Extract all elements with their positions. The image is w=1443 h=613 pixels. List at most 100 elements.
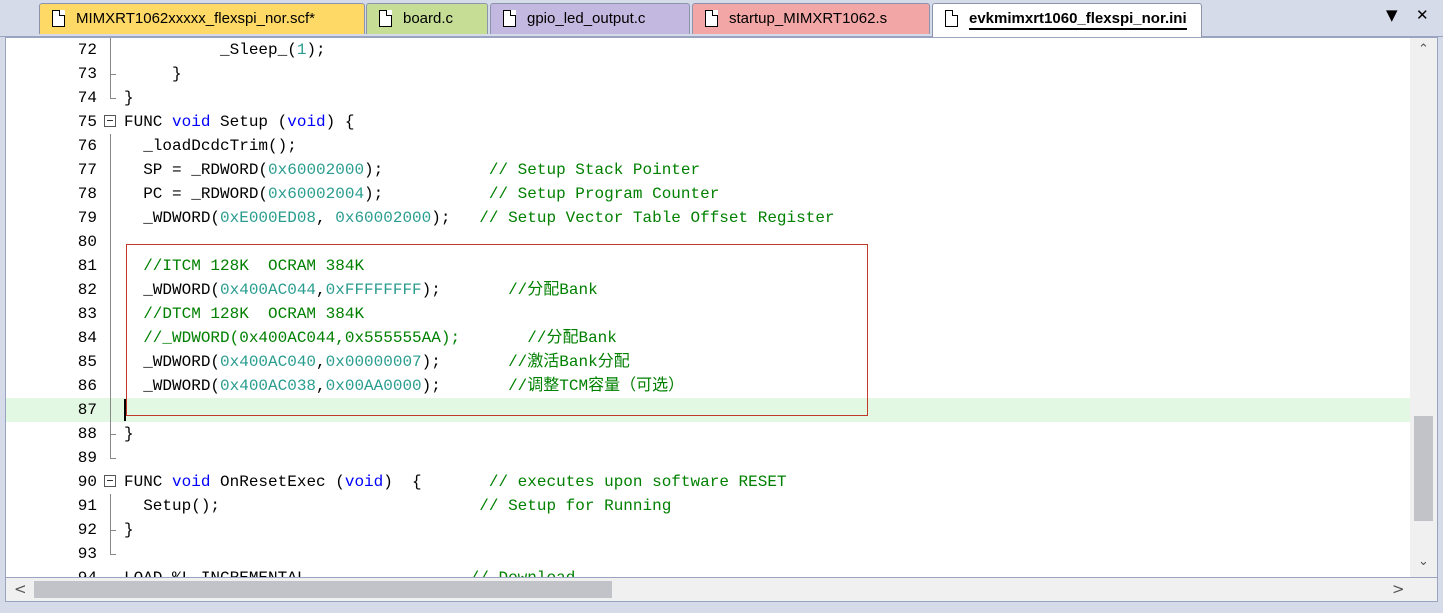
code-token: OnResetExec ( bbox=[210, 473, 345, 491]
line-number: 85 bbox=[77, 353, 97, 371]
code-line[interactable]: 91 Setup(); // Setup for Running bbox=[6, 494, 1410, 518]
code-line[interactable]: 83 //DTCM 128K OCRAM 384K bbox=[6, 302, 1410, 326]
line-number: 82 bbox=[77, 281, 97, 299]
line-number: 89 bbox=[77, 449, 97, 467]
scroll-left-icon[interactable]: < bbox=[14, 580, 27, 598]
code-line[interactable]: 82 _WDWORD(0x400AC044,0xFFFFFFFF); //分配B… bbox=[6, 278, 1410, 302]
scroll-up-icon[interactable]: ⌃ bbox=[1410, 42, 1437, 57]
code-token: _WDWORD( bbox=[124, 209, 221, 227]
code-token: ); bbox=[364, 161, 489, 179]
code-line[interactable]: 75 FUNC void Setup (void) { bbox=[6, 110, 1410, 134]
code-line[interactable]: 88} bbox=[6, 422, 1410, 446]
fold-guide bbox=[103, 398, 119, 422]
line-number: 79 bbox=[77, 209, 97, 227]
tab-list-dropdown-icon[interactable]: ▼ bbox=[1386, 6, 1398, 24]
code-line[interactable]: 85 _WDWORD(0x400AC040,0x00000007); //激活B… bbox=[6, 350, 1410, 374]
line-number: 75 bbox=[77, 113, 97, 131]
code-token: // Setup for Running bbox=[479, 497, 672, 515]
code-token: 0xFFFFFFFF bbox=[325, 281, 422, 299]
vertical-scroll-thumb[interactable] bbox=[1414, 416, 1433, 521]
code-line[interactable]: 86 _WDWORD(0x400AC038,0x00AA0000); //调整T… bbox=[6, 374, 1410, 398]
code-line[interactable]: 72 _Sleep_(1); bbox=[6, 38, 1410, 62]
line-number: 78 bbox=[77, 185, 97, 203]
code-line[interactable]: 76 _loadDcdcTrim(); bbox=[6, 134, 1410, 158]
code-token: _WDWORD( bbox=[124, 353, 221, 371]
code-line[interactable]: 74} bbox=[6, 86, 1410, 110]
code-line[interactable]: 73 } bbox=[6, 62, 1410, 86]
code-line[interactable]: 78 PC = _RDWORD(0x60002004); // Setup Pr… bbox=[6, 182, 1410, 206]
code-line[interactable]: 80 bbox=[6, 230, 1410, 254]
code-token: } bbox=[124, 425, 134, 443]
code-line[interactable]: 93 bbox=[6, 542, 1410, 566]
tab-label: evkmimxrt1060_flexspi_nor.ini bbox=[969, 10, 1187, 30]
code-text: PC = _RDWORD(0x60002004); // Setup Progr… bbox=[124, 182, 719, 206]
fold-guide bbox=[103, 326, 119, 350]
fold-toggle-icon[interactable] bbox=[103, 110, 119, 134]
code-token: SP = _RDWORD( bbox=[124, 161, 269, 179]
code-line[interactable]: 89 bbox=[6, 446, 1410, 470]
fold-toggle-icon[interactable] bbox=[103, 470, 119, 494]
tab-4[interactable]: evkmimxrt1060_flexspi_nor.ini bbox=[932, 3, 1202, 37]
fold-guide bbox=[103, 206, 119, 230]
code-token: //DTCM 128K OCRAM 384K bbox=[143, 305, 365, 323]
code-token: void bbox=[344, 473, 384, 491]
tab-2[interactable]: gpio_led_output.c bbox=[490, 3, 690, 34]
tab-0[interactable]: MIMXRT1062xxxxx_flexspi_nor.scf* bbox=[39, 3, 365, 34]
tab-1[interactable]: board.c bbox=[366, 3, 488, 34]
fold-guide bbox=[103, 422, 119, 446]
tab-label: startup_MIMXRT1062.s bbox=[729, 10, 888, 27]
code-text: _WDWORD(0x400AC044,0xFFFFFFFF); //分配Bank bbox=[124, 278, 598, 302]
code-line[interactable]: 87 bbox=[6, 398, 1410, 422]
fold-guide bbox=[103, 278, 119, 302]
scroll-right-icon[interactable]: > bbox=[1392, 580, 1405, 598]
code-text: } bbox=[124, 518, 134, 542]
code-line[interactable]: 77 SP = _RDWORD(0x60002000); // Setup St… bbox=[6, 158, 1410, 182]
line-number: 76 bbox=[77, 137, 97, 155]
code-text: Setup(); // Setup for Running bbox=[124, 494, 671, 518]
text-caret bbox=[124, 399, 126, 421]
code-line[interactable]: 90 FUNC void OnResetExec (void) { // exec… bbox=[6, 470, 1410, 494]
line-number: 77 bbox=[77, 161, 97, 179]
line-number: 86 bbox=[77, 377, 97, 395]
fold-guide bbox=[103, 542, 119, 566]
code-token: , bbox=[316, 209, 336, 227]
code-line[interactable]: 79 _WDWORD(0xE000ED08, 0x60002000); // S… bbox=[6, 206, 1410, 230]
code-text: LOAD %L INCREMENTAL // Download bbox=[124, 566, 575, 577]
fold-guide bbox=[103, 230, 119, 254]
vertical-scrollbar[interactable]: ⌃ ⌄ bbox=[1410, 38, 1437, 577]
horizontal-scrollbar[interactable]: < > bbox=[5, 578, 1438, 602]
code-token: ); bbox=[431, 209, 480, 227]
code-line[interactable]: 84 //_WDWORD(0x400AC044,0x555555AA); //分… bbox=[6, 326, 1410, 350]
code-line[interactable]: 94 LOAD %L INCREMENTAL // Download bbox=[6, 566, 1410, 577]
fold-guide bbox=[103, 302, 119, 326]
code-token: 0x60002000 bbox=[335, 209, 432, 227]
code-token: //分配Bank bbox=[508, 281, 598, 299]
code-token: Setup ( bbox=[210, 113, 288, 131]
file-icon bbox=[52, 10, 65, 27]
tab-3[interactable]: startup_MIMXRT1062.s bbox=[692, 3, 930, 34]
code-token: 0x400AC040 bbox=[220, 353, 317, 371]
close-tab-icon[interactable]: ✕ bbox=[1416, 6, 1429, 24]
code-line[interactable]: 92} bbox=[6, 518, 1410, 542]
code-token: //激活Bank分配 bbox=[508, 353, 630, 371]
line-number: 93 bbox=[77, 545, 97, 563]
code-token: void bbox=[287, 113, 326, 131]
file-icon bbox=[705, 10, 718, 27]
line-number: 92 bbox=[77, 521, 97, 539]
code-line[interactable]: 81 //ITCM 128K OCRAM 384K bbox=[6, 254, 1410, 278]
code-token: 1 bbox=[296, 41, 307, 59]
code-token: , bbox=[316, 353, 326, 371]
code-token: _WDWORD( bbox=[124, 281, 221, 299]
scroll-down-icon[interactable]: ⌄ bbox=[1410, 554, 1437, 569]
code-editor[interactable]: 72 _Sleep_(1); 73 } 74} 75 FUNC void Setup (… bbox=[5, 37, 1438, 578]
code-token: //ITCM 128K OCRAM 384K bbox=[143, 257, 365, 275]
horizontal-scroll-thumb[interactable] bbox=[34, 581, 612, 598]
code-token: 0x60002004 bbox=[268, 185, 365, 203]
fold-guide bbox=[103, 518, 119, 542]
code-token: ); bbox=[421, 377, 509, 395]
code-token: 0x400AC044 bbox=[220, 281, 317, 299]
fold-guide bbox=[103, 38, 119, 62]
file-icon bbox=[503, 10, 516, 27]
fold-guide bbox=[103, 158, 119, 182]
